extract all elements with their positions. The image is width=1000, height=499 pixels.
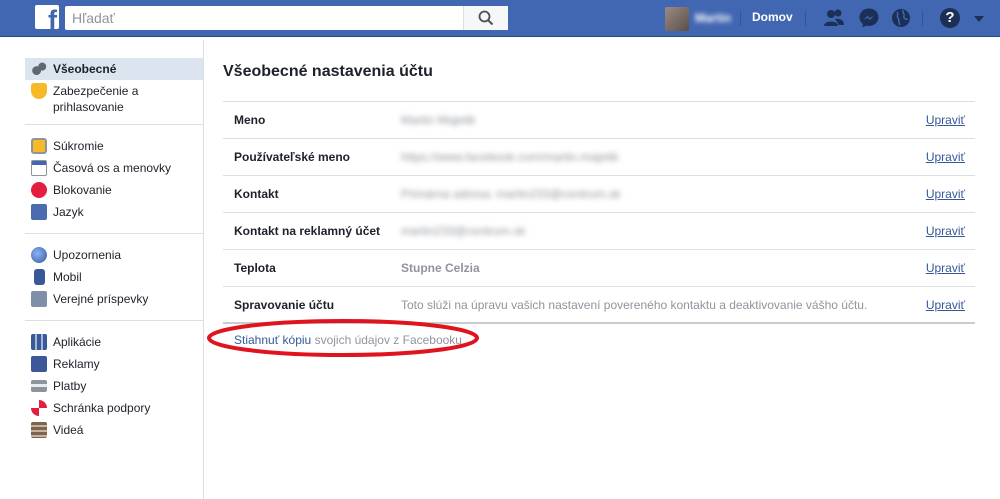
divider <box>805 11 806 26</box>
notifications-globe-icon[interactable] <box>889 6 913 30</box>
settings-table: Meno Martin Majetik Upraviť Používateľské m… <box>223 101 975 324</box>
language-icon <box>31 204 47 220</box>
sidebar-item-2-2[interactable]: Verejné príspevky <box>25 288 203 310</box>
settings-row-label: Spravovanie účtu <box>234 298 335 312</box>
apps-icon <box>31 334 47 350</box>
settings-row: Teplota Stupne Celzia Upraviť <box>223 250 975 287</box>
sidebar-divider <box>25 233 203 234</box>
divider <box>922 11 923 26</box>
sidebar-item-label: Časová os a menovky <box>53 161 172 175</box>
settings-row-label: Používateľské meno <box>234 150 350 164</box>
sidebar-item-label: Reklamy <box>53 357 100 371</box>
settings-row-value: Stupne Celzia <box>401 261 480 275</box>
sidebar-item-1-2[interactable]: Blokovanie <box>25 179 203 201</box>
shield-badge-icon <box>31 83 47 99</box>
sidebar-item-label: Upozornenia <box>53 248 122 262</box>
top-navigation-bar: f Martin Domov ? <box>0 0 1000 37</box>
sidebar-item-label: Zabezpečenie a prihlasovanie <box>53 84 139 114</box>
sidebar-item-label: Videá <box>53 423 84 437</box>
lifebuoy-icon <box>31 400 47 416</box>
settings-row-label: Kontakt na reklamný účet <box>234 224 381 238</box>
settings-row: Kontakt Primárna adresa: martin233@centru… <box>223 176 975 213</box>
lock-icon <box>31 138 47 154</box>
facebook-logo[interactable]: f <box>35 5 59 29</box>
page-title: Všeobecné nastavenia účtu <box>223 63 433 80</box>
sidebar-item-label: Blokovanie <box>53 183 112 197</box>
edit-link[interactable]: Upraviť <box>926 298 965 312</box>
sidebar-item-3-4[interactable]: Videá <box>25 419 203 441</box>
sidebar-item-3-2[interactable]: Platby <box>25 375 203 397</box>
search-box <box>65 6 508 30</box>
rss-icon <box>31 291 47 307</box>
sidebar-item-1-3[interactable]: Jazyk <box>25 201 203 223</box>
settings-row-label: Meno <box>234 113 266 127</box>
edit-link[interactable]: Upraviť <box>926 113 965 127</box>
sidebar-item-2-1[interactable]: Mobil <box>25 266 203 288</box>
settings-row-label: Kontakt <box>234 187 279 201</box>
settings-row-value: Martin Majetik <box>401 113 476 127</box>
search-icon <box>478 10 494 26</box>
sidebar-item-0-1[interactable]: Zabezpečenie a prihlasovanie <box>25 80 203 114</box>
edit-link[interactable]: Upraviť <box>926 187 965 201</box>
sidebar-divider <box>25 320 203 321</box>
sidebar-item-label: Všeobecné <box>53 62 117 76</box>
settings-row-label: Teplota <box>234 261 276 275</box>
sidebar-item-3-0[interactable]: Aplikácie <box>25 331 203 353</box>
sidebar-item-label: Jazyk <box>53 205 84 219</box>
mobile-icon <box>34 269 45 285</box>
settings-row-value: Toto slúži na úpravu vašich nastavení po… <box>401 298 868 312</box>
settings-row: Meno Martin Majetik Upraviť <box>223 102 975 139</box>
sidebar-item-label: Schránka podpory <box>53 401 151 415</box>
sidebar-item-label: Platby <box>53 379 87 393</box>
help-icon[interactable]: ? <box>940 8 960 28</box>
avatar <box>665 7 689 31</box>
sidebar-divider <box>203 40 204 499</box>
edit-link[interactable]: Upraviť <box>926 150 965 164</box>
logo-letter: f <box>48 5 57 30</box>
settings-sidebar: Všeobecné Zabezpečenie a prihlasovanie Súk… <box>25 58 203 441</box>
edit-link[interactable]: Upraviť <box>926 224 965 238</box>
settings-row: Používateľské meno https://www.facebook.c… <box>223 139 975 176</box>
sidebar-item-0-0[interactable]: Všeobecné <box>25 58 203 80</box>
home-link[interactable]: Domov <box>752 10 793 24</box>
sidebar-item-label: Mobil <box>53 270 82 284</box>
profile-name: Martin <box>695 11 731 25</box>
search-button[interactable] <box>463 6 508 30</box>
globe-icon <box>31 247 47 263</box>
messenger-icon[interactable] <box>857 6 881 30</box>
sidebar-item-label: Verejné príspevky <box>53 292 149 306</box>
credit-card-icon <box>31 380 47 392</box>
account-menu-caret-icon[interactable] <box>974 16 984 22</box>
timeline-icon <box>31 160 47 176</box>
settings-row-value: Primárna adresa: martin233@centrum.sk <box>401 187 621 201</box>
sidebar-item-1-1[interactable]: Časová os a menovky <box>25 157 203 179</box>
sidebar-item-label: Aplikácie <box>53 335 102 349</box>
settings-row: Kontakt na reklamný účet martin233@centru… <box>223 213 975 250</box>
edit-link[interactable]: Upraviť <box>926 261 965 275</box>
sidebar-divider <box>25 124 203 125</box>
sidebar-item-3-1[interactable]: Reklamy <box>25 353 203 375</box>
highlight-ellipse <box>207 319 479 357</box>
settings-row-value: https://www.facebook.com/martin.majetik <box>401 150 619 164</box>
film-icon <box>31 422 47 438</box>
search-input[interactable] <box>65 6 463 30</box>
gears-icon <box>31 61 47 77</box>
ads-icon <box>31 356 47 372</box>
sidebar-item-3-3[interactable]: Schránka podpory <box>25 397 203 419</box>
divider <box>740 11 741 26</box>
settings-row-value: martin233@centrum.sk <box>401 224 526 238</box>
sidebar-item-label: Súkromie <box>53 139 104 153</box>
friend-requests-icon[interactable] <box>822 6 846 30</box>
sidebar-item-2-0[interactable]: Upozornenia <box>25 244 203 266</box>
sidebar-item-1-0[interactable]: Súkromie <box>25 135 203 157</box>
block-icon <box>31 182 47 198</box>
